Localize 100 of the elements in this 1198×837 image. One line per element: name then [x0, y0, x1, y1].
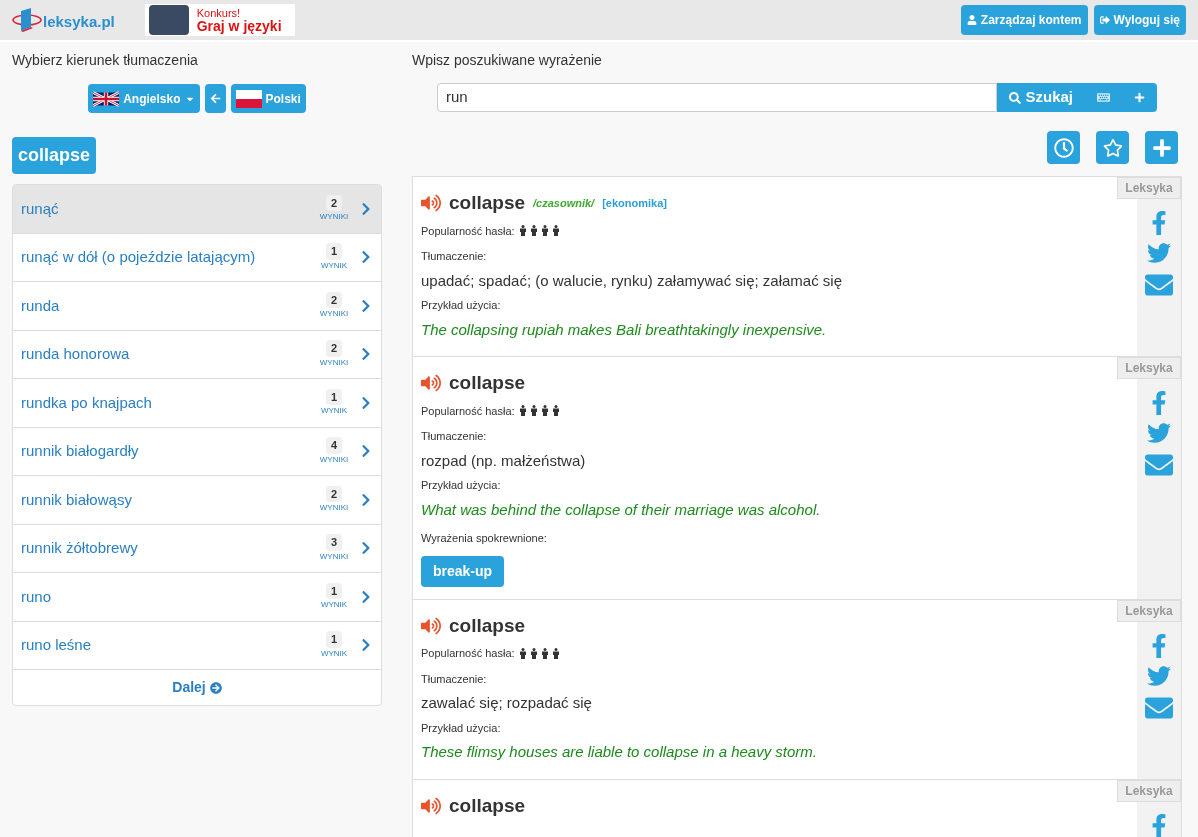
poland-flag-icon: [235, 89, 262, 108]
translation-text: rozpad (np. małżeństwa): [421, 450, 587, 471]
person-icon: [551, 405, 560, 417]
result-count: 2: [325, 340, 343, 357]
translation-label: Tłumaczenie:: [421, 249, 488, 264]
result-label: runda: [21, 295, 61, 316]
example-label: Przykład użycia:: [421, 298, 502, 313]
result-label: runnik białowąsy: [21, 489, 133, 510]
result-count: 1: [325, 582, 343, 599]
result-label: runąć w dół (o pojeździe latającym): [21, 247, 257, 267]
speaker-icon[interactable]: [421, 373, 441, 394]
popularity-label: Popularność hasła:: [421, 403, 515, 419]
result-count: 2: [325, 194, 343, 211]
result-label: rundka po knajpach: [21, 392, 153, 413]
entry-word: collapse: [449, 613, 526, 638]
current-word-badge: collapse: [12, 137, 97, 174]
speaker-icon[interactable]: [421, 615, 441, 636]
banner-tagline: Konkurs!: [196, 7, 242, 19]
result-label: runąć: [21, 198, 60, 219]
result-count: 3: [325, 534, 343, 551]
speaker-icon[interactable]: [421, 795, 441, 816]
person-icon: [529, 647, 538, 659]
entry-word: collapse: [449, 371, 526, 395]
entry-word: collapse: [449, 793, 526, 818]
person-icon: [551, 647, 560, 659]
history-button[interactable]: [1047, 131, 1080, 164]
uk-flag-icon: [93, 90, 120, 107]
book-logo-icon: [12, 7, 42, 33]
person-icon: [551, 225, 560, 237]
logout-icon: [1099, 15, 1110, 25]
translation-text: upadać; spadać; (o walucie, rynku) załamywać się; załamać się: [421, 270, 844, 291]
search-icon: [1009, 91, 1022, 104]
twitter-icon[interactable]: [1147, 663, 1171, 688]
add-word-button[interactable]: [1145, 131, 1178, 164]
keyboard-icon: [1097, 91, 1110, 104]
result-count: 1: [325, 243, 343, 260]
person-icon: [540, 405, 549, 417]
result-label: runo leśne: [21, 635, 93, 655]
person-icon: [540, 647, 549, 659]
plus-icon: [1134, 92, 1145, 103]
translation-label: Tłumaczenie:: [421, 671, 488, 687]
related-label: Wyrażenia spokrewnione:: [421, 531, 548, 546]
popularity-label: Popularność hasła:: [421, 646, 515, 661]
example-label: Przykład użycia:: [421, 720, 502, 736]
example-sentence: What was behind the collapse of their marriage was alcohol.: [421, 499, 822, 520]
user-icon: [966, 15, 977, 25]
person-icon: [540, 225, 549, 237]
translation-label: Tłumaczenie:: [421, 429, 488, 444]
star-icon: [1102, 137, 1123, 158]
example-label: Przykład użycia:: [421, 478, 502, 493]
search-field[interactable]: run: [437, 83, 998, 112]
example-sentence: These flimsy houses are liable to collapse in a heavy storm.: [421, 742, 819, 762]
favorite-button[interactable]: [1096, 131, 1129, 164]
result-label: runnik białogardły: [21, 441, 140, 461]
section-title: Wybierz kierunek tłumaczenia: [12, 51, 199, 70]
swap-direction-button[interactable]: [204, 84, 226, 113]
result-count: 2: [325, 485, 343, 502]
result-count: 1: [325, 631, 343, 648]
next-link[interactable]: Dalej: [172, 677, 222, 698]
result-count-label: WYNIK: [320, 599, 348, 611]
tablet-picture: [148, 5, 189, 35]
person-icon: [529, 405, 538, 417]
result-count-label: WYNIK: [320, 259, 348, 272]
result-count-label: WYNIKI: [319, 211, 349, 223]
speaker-icon[interactable]: [421, 193, 441, 214]
popularity-label: Popularność hasła:: [421, 223, 515, 239]
source-tag: Leksyka: [1117, 779, 1181, 802]
entry-word: collapse: [449, 191, 526, 215]
result-label: runo: [21, 586, 53, 607]
twitter-icon[interactable]: [1147, 421, 1171, 445]
result-count-label: WYNIKI: [319, 356, 349, 369]
result-count-label: WYNIK: [320, 647, 348, 660]
add-button[interactable]: [1122, 83, 1157, 112]
result-label: runnik żółtobrewy: [21, 538, 139, 558]
result-count: 2: [325, 291, 343, 308]
result-count-label: WYNIK: [320, 405, 348, 417]
part-of-speech: /czasownik/: [533, 196, 595, 211]
result-count-label: WYNIKI: [319, 550, 349, 563]
result-count: 1: [325, 388, 343, 405]
person-icon: [529, 225, 538, 237]
clock-icon: [1053, 137, 1074, 158]
source-tag: Leksyka: [1117, 599, 1181, 622]
section-title: Wpisz poszukiwane wyrażenie: [412, 51, 603, 70]
source-tag: Leksyka: [1117, 177, 1181, 199]
left-arrow-icon: [209, 93, 221, 104]
plus-icon: [1151, 137, 1172, 158]
translation-text: zawalać się; rozpadać się: [421, 693, 593, 713]
result-count-label: WYNIKI: [319, 502, 349, 514]
person-icon: [518, 405, 527, 417]
result-label: runda honorowa: [21, 344, 131, 364]
source-tag: Leksyka: [1117, 357, 1181, 379]
contest-banner[interactable]: Konkurs! Graj w języki: [144, 4, 295, 36]
result-count-label: WYNIKI: [319, 453, 349, 466]
domain-tag: [ekonomika]: [602, 195, 667, 212]
twitter-icon[interactable]: [1147, 241, 1171, 265]
result-item[interactable]: runąć 2 WYNIKI: [13, 185, 381, 234]
person-icon: [518, 225, 527, 237]
result-count: 4: [325, 437, 343, 454]
result-count-label: WYNIKI: [319, 308, 349, 320]
example-sentence: The collapsing rupiah makes Bali breathtakingly inexpensive.: [421, 319, 828, 340]
